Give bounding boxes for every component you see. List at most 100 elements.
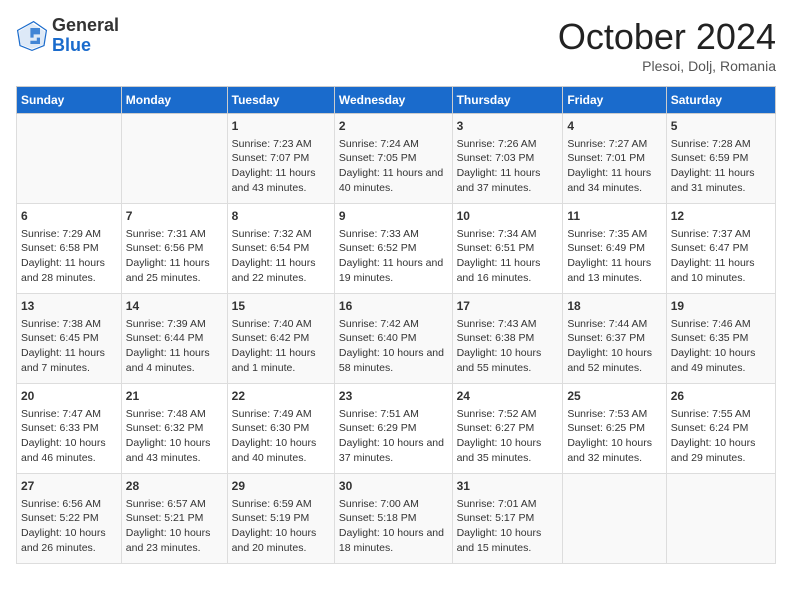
day-number: 20 xyxy=(21,388,117,405)
day-detail: Sunset: 6:33 PM xyxy=(21,421,117,436)
day-detail: Sunset: 6:45 PM xyxy=(21,331,117,346)
day-number: 5 xyxy=(671,118,771,135)
day-detail: Daylight: 11 hours and 31 minutes. xyxy=(671,166,771,195)
day-detail: Daylight: 11 hours and 34 minutes. xyxy=(567,166,661,195)
day-detail: Sunset: 5:21 PM xyxy=(126,511,223,526)
day-number: 25 xyxy=(567,388,661,405)
day-detail: Daylight: 10 hours and 23 minutes. xyxy=(126,526,223,555)
day-detail: Sunset: 7:03 PM xyxy=(457,151,559,166)
day-detail: Sunrise: 7:51 AM xyxy=(339,407,448,422)
day-detail: Daylight: 10 hours and 20 minutes. xyxy=(232,526,330,555)
day-detail: Daylight: 11 hours and 40 minutes. xyxy=(339,166,448,195)
calendar-cell xyxy=(17,114,122,204)
day-of-week-header: Tuesday xyxy=(227,87,334,114)
day-detail: Daylight: 10 hours and 40 minutes. xyxy=(232,436,330,465)
day-number: 13 xyxy=(21,298,117,315)
calendar-cell: 23Sunrise: 7:51 AMSunset: 6:29 PMDayligh… xyxy=(334,384,452,474)
day-detail: Sunset: 6:49 PM xyxy=(567,241,661,256)
day-detail: Sunset: 6:52 PM xyxy=(339,241,448,256)
calendar-cell: 30Sunrise: 7:00 AMSunset: 5:18 PMDayligh… xyxy=(334,474,452,564)
day-number: 9 xyxy=(339,208,448,225)
day-detail: Daylight: 11 hours and 43 minutes. xyxy=(232,166,330,195)
day-detail: Daylight: 11 hours and 25 minutes. xyxy=(126,256,223,285)
day-number: 12 xyxy=(671,208,771,225)
day-number: 18 xyxy=(567,298,661,315)
calendar-table: SundayMondayTuesdayWednesdayThursdayFrid… xyxy=(16,86,776,564)
day-detail: Daylight: 10 hours and 35 minutes. xyxy=(457,436,559,465)
day-detail: Sunset: 6:38 PM xyxy=(457,331,559,346)
day-detail: Daylight: 11 hours and 19 minutes. xyxy=(339,256,448,285)
day-number: 10 xyxy=(457,208,559,225)
day-detail: Sunrise: 7:29 AM xyxy=(21,227,117,242)
day-detail: Sunrise: 7:24 AM xyxy=(339,137,448,152)
day-detail: Sunrise: 7:00 AM xyxy=(339,497,448,512)
calendar-week-row: 27Sunrise: 6:56 AMSunset: 5:22 PMDayligh… xyxy=(17,474,776,564)
day-detail: Sunset: 6:58 PM xyxy=(21,241,117,256)
calendar-cell: 4Sunrise: 7:27 AMSunset: 7:01 PMDaylight… xyxy=(563,114,666,204)
calendar-cell: 10Sunrise: 7:34 AMSunset: 6:51 PMDayligh… xyxy=(452,204,563,294)
day-detail: Daylight: 11 hours and 16 minutes. xyxy=(457,256,559,285)
day-number: 28 xyxy=(126,478,223,495)
day-detail: Sunset: 6:25 PM xyxy=(567,421,661,436)
calendar-cell xyxy=(666,474,775,564)
day-detail: Daylight: 10 hours and 46 minutes. xyxy=(21,436,117,465)
day-detail: Daylight: 10 hours and 43 minutes. xyxy=(126,436,223,465)
day-detail: Daylight: 11 hours and 13 minutes. xyxy=(567,256,661,285)
calendar-cell: 24Sunrise: 7:52 AMSunset: 6:27 PMDayligh… xyxy=(452,384,563,474)
day-detail: Sunset: 5:18 PM xyxy=(339,511,448,526)
calendar-week-row: 6Sunrise: 7:29 AMSunset: 6:58 PMDaylight… xyxy=(17,204,776,294)
day-detail: Daylight: 10 hours and 37 minutes. xyxy=(339,436,448,465)
day-of-week-header: Wednesday xyxy=(334,87,452,114)
day-detail: Sunrise: 7:39 AM xyxy=(126,317,223,332)
day-detail: Sunset: 5:19 PM xyxy=(232,511,330,526)
day-number: 22 xyxy=(232,388,330,405)
day-detail: Sunset: 6:40 PM xyxy=(339,331,448,346)
day-number: 3 xyxy=(457,118,559,135)
day-detail: Sunset: 6:32 PM xyxy=(126,421,223,436)
day-of-week-header: Sunday xyxy=(17,87,122,114)
calendar-cell: 29Sunrise: 6:59 AMSunset: 5:19 PMDayligh… xyxy=(227,474,334,564)
calendar-cell: 20Sunrise: 7:47 AMSunset: 6:33 PMDayligh… xyxy=(17,384,122,474)
day-detail: Sunset: 6:59 PM xyxy=(671,151,771,166)
day-detail: Sunrise: 7:31 AM xyxy=(126,227,223,242)
calendar-cell: 19Sunrise: 7:46 AMSunset: 6:35 PMDayligh… xyxy=(666,294,775,384)
day-of-week-header: Thursday xyxy=(452,87,563,114)
day-detail: Daylight: 11 hours and 7 minutes. xyxy=(21,346,117,375)
day-detail: Sunset: 6:47 PM xyxy=(671,241,771,256)
calendar-cell: 14Sunrise: 7:39 AMSunset: 6:44 PMDayligh… xyxy=(121,294,227,384)
day-number: 4 xyxy=(567,118,661,135)
day-detail: Sunset: 6:54 PM xyxy=(232,241,330,256)
day-detail: Sunset: 6:42 PM xyxy=(232,331,330,346)
calendar-cell: 26Sunrise: 7:55 AMSunset: 6:24 PMDayligh… xyxy=(666,384,775,474)
day-detail: Sunrise: 7:33 AM xyxy=(339,227,448,242)
day-number: 14 xyxy=(126,298,223,315)
calendar-cell: 8Sunrise: 7:32 AMSunset: 6:54 PMDaylight… xyxy=(227,204,334,294)
logo-general-text: General xyxy=(52,15,119,35)
day-detail: Sunrise: 7:27 AM xyxy=(567,137,661,152)
day-detail: Sunrise: 7:26 AM xyxy=(457,137,559,152)
calendar-cell: 15Sunrise: 7:40 AMSunset: 6:42 PMDayligh… xyxy=(227,294,334,384)
day-detail: Sunset: 6:27 PM xyxy=(457,421,559,436)
calendar-cell: 28Sunrise: 6:57 AMSunset: 5:21 PMDayligh… xyxy=(121,474,227,564)
day-detail: Sunset: 6:24 PM xyxy=(671,421,771,436)
day-detail: Sunrise: 7:28 AM xyxy=(671,137,771,152)
calendar-cell: 1Sunrise: 7:23 AMSunset: 7:07 PMDaylight… xyxy=(227,114,334,204)
page-header: General Blue October 2024 Plesoi, Dolj, … xyxy=(16,16,776,74)
day-detail: Sunset: 7:05 PM xyxy=(339,151,448,166)
day-detail: Sunset: 5:22 PM xyxy=(21,511,117,526)
day-detail: Sunset: 6:51 PM xyxy=(457,241,559,256)
calendar-cell: 3Sunrise: 7:26 AMSunset: 7:03 PMDaylight… xyxy=(452,114,563,204)
day-detail: Sunrise: 7:55 AM xyxy=(671,407,771,422)
day-detail: Sunrise: 7:44 AM xyxy=(567,317,661,332)
calendar-cell: 31Sunrise: 7:01 AMSunset: 5:17 PMDayligh… xyxy=(452,474,563,564)
calendar-cell: 22Sunrise: 7:49 AMSunset: 6:30 PMDayligh… xyxy=(227,384,334,474)
logo-blue-text: Blue xyxy=(52,35,91,55)
day-number: 8 xyxy=(232,208,330,225)
calendar-cell: 11Sunrise: 7:35 AMSunset: 6:49 PMDayligh… xyxy=(563,204,666,294)
calendar-cell: 17Sunrise: 7:43 AMSunset: 6:38 PMDayligh… xyxy=(452,294,563,384)
day-detail: Daylight: 10 hours and 49 minutes. xyxy=(671,346,771,375)
calendar-cell: 7Sunrise: 7:31 AMSunset: 6:56 PMDaylight… xyxy=(121,204,227,294)
calendar-cell xyxy=(563,474,666,564)
day-detail: Daylight: 11 hours and 1 minute. xyxy=(232,346,330,375)
day-detail: Daylight: 10 hours and 18 minutes. xyxy=(339,526,448,555)
